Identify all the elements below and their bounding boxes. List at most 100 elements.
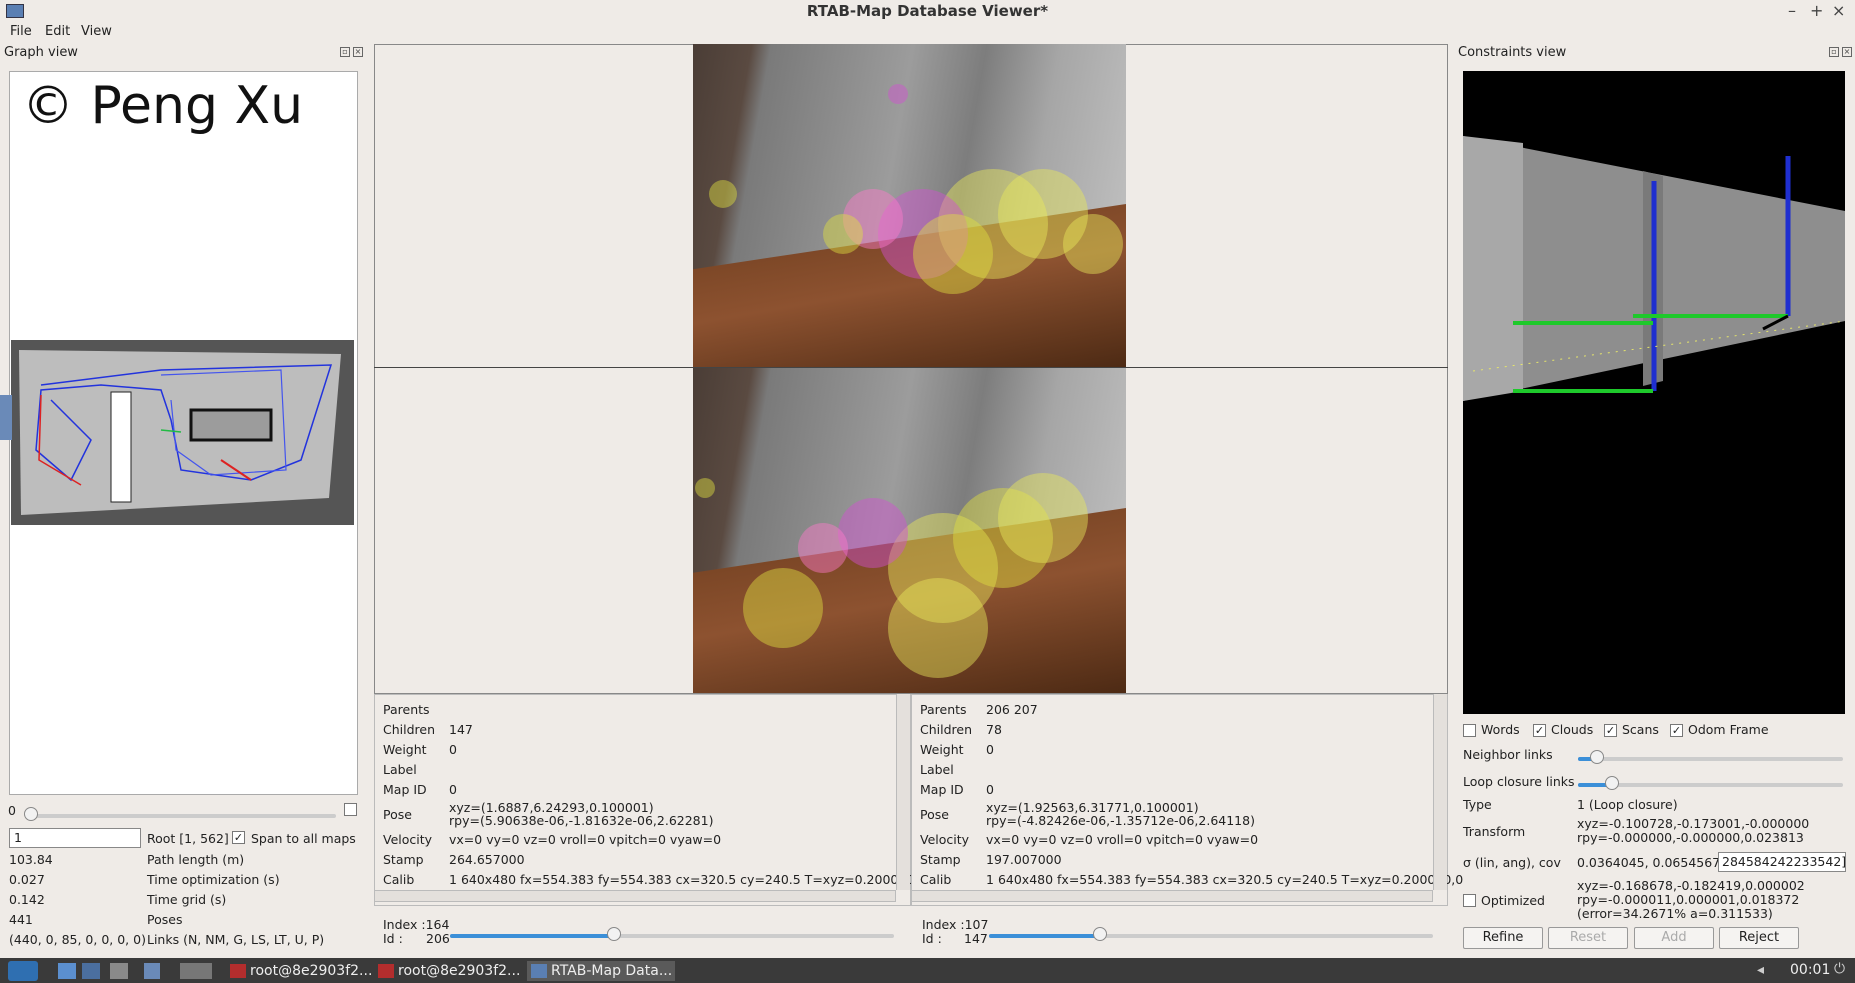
info-key: Velocity	[383, 831, 433, 847]
close-dock-icon[interactable]: ×	[1842, 47, 1852, 57]
graph-slider[interactable]	[30, 814, 336, 818]
top-image[interactable]	[693, 44, 1126, 367]
stat-row: 0.027 Time optimization (s)	[9, 872, 359, 892]
start-menu-button[interactable]	[8, 961, 38, 981]
left-slider-knob[interactable]	[607, 927, 622, 941]
right-info-panel[interactable]: Parents 206 207 Children 78 Weight 0 Label …	[911, 694, 1463, 906]
side-tab-handle[interactable]	[0, 395, 12, 440]
loop-closure-links-label: Loop closure links	[1463, 774, 1575, 789]
task-terminal-2[interactable]: root@8e2903f2...	[374, 961, 522, 981]
stat-value: (440, 0, 85, 0, 0, 0, 0)	[9, 932, 146, 947]
neighbor-links-slider[interactable]	[1578, 757, 1843, 761]
covariance-field[interactable]: 284584242233542]	[1718, 852, 1846, 872]
close-dock-icon[interactable]: ×	[353, 47, 363, 57]
float-icon[interactable]: ▫	[1829, 47, 1839, 57]
info-row: Stamp 197.007000	[912, 849, 1469, 869]
clouds-label: Clouds	[1551, 722, 1594, 737]
add-button[interactable]: Add	[1634, 927, 1714, 949]
info-key: Weight	[920, 741, 964, 757]
info-key: Parents	[920, 701, 967, 717]
task-rtabmap[interactable]: RTAB-Map Data...	[527, 961, 675, 981]
task-terminal-1[interactable]: root@8e2903f2...	[226, 961, 374, 981]
close-button[interactable]: ×	[1832, 2, 1845, 20]
info-value: 0	[986, 741, 994, 757]
volume-icon[interactable]: ◂	[1757, 962, 1764, 978]
words-label: Words	[1481, 722, 1520, 737]
graph-view-title: Graph view	[4, 45, 78, 60]
type-value: 1 (Loop closure)	[1577, 797, 1678, 812]
occupancy-map[interactable]	[11, 340, 354, 525]
odom-frame-checkbox[interactable]: ✓	[1670, 724, 1683, 737]
info-value: 147	[449, 721, 473, 737]
workspace-2-icon[interactable]	[180, 963, 212, 979]
browser-icon[interactable]	[82, 963, 100, 979]
right-info-table: Parents 206 207 Children 78 Weight 0 Label …	[912, 699, 1469, 889]
stat-value: 0.142	[9, 892, 45, 907]
span-checkbox[interactable]: ✓	[232, 831, 245, 844]
terminal-icon	[230, 964, 246, 978]
pose-row: Pose xyz=(1.6887,6.24293,0.100001) rpy=(5.…	[375, 799, 932, 829]
left-vscrollbar[interactable]	[896, 694, 910, 890]
terminal-launcher-icon[interactable]	[110, 963, 128, 979]
graph-slider-knob[interactable]	[24, 807, 38, 821]
root-spinbox[interactable]: 1	[9, 828, 141, 848]
map-drawing	[19, 350, 341, 515]
reset-button[interactable]: Reset	[1548, 927, 1628, 949]
span-label: Span to all maps	[251, 831, 356, 846]
left-node-slider[interactable]	[450, 934, 894, 938]
file-manager-icon[interactable]	[58, 963, 76, 979]
float-icon[interactable]: ▫	[340, 47, 350, 57]
watermark: © Peng Xu	[22, 76, 304, 136]
menu-edit[interactable]: Edit	[45, 24, 70, 39]
root-label: Root [1, 562]	[147, 831, 229, 846]
stat-row: 103.84 Path length (m)	[9, 852, 359, 872]
optimized-checkbox[interactable]	[1463, 894, 1476, 907]
info-value: 78	[986, 721, 1002, 737]
loop-slider-knob[interactable]	[1605, 776, 1620, 790]
info-value: vx=0 vy=0 vz=0 vroll=0 vpitch=0 vyaw=0	[449, 831, 722, 847]
power-icon[interactable]: ⏻	[1834, 961, 1845, 977]
info-value: 1 640x480 fx=554.383 fy=554.383 cx=320.5…	[449, 871, 927, 887]
cloud-render	[1463, 136, 1846, 401]
maximize-button[interactable]: +	[1810, 2, 1823, 20]
menu-file[interactable]: File	[10, 24, 32, 39]
right-node-slider[interactable]	[989, 934, 1433, 938]
right-vscrollbar[interactable]	[1433, 694, 1447, 890]
window-title: RTAB-Map Database Viewer*	[806, 2, 1049, 20]
clouds-checkbox[interactable]: ✓	[1533, 724, 1546, 737]
neighbor-slider-knob[interactable]	[1589, 750, 1604, 764]
info-key: Stamp	[383, 851, 424, 867]
stat-label: Time grid (s)	[147, 892, 227, 907]
info-row: Map ID 0	[375, 779, 932, 799]
root-spin-value: 1	[14, 830, 22, 845]
menu-view[interactable]: View	[81, 24, 112, 39]
stat-label: Time optimization (s)	[147, 872, 280, 887]
left-info-panel[interactable]: Parents Children 147 Weight 0 Label Map ID…	[374, 694, 926, 906]
minimize-button[interactable]: –	[1788, 2, 1796, 20]
info-key: Parents	[383, 701, 430, 717]
info-row: Parents	[375, 699, 932, 719]
info-row: Map ID 0	[912, 779, 1469, 799]
bottom-image[interactable]	[693, 368, 1126, 693]
left-hscrollbar[interactable]	[374, 890, 896, 902]
workspace-1-icon[interactable]	[144, 963, 160, 979]
reject-button[interactable]: Reject	[1719, 927, 1799, 949]
task-label: root@8e2903f2...	[250, 963, 373, 979]
right-hscrollbar[interactable]	[911, 890, 1433, 902]
info-row: Label	[375, 759, 932, 779]
right-slider-knob[interactable]	[1093, 927, 1107, 941]
info-row: Weight 0	[375, 739, 932, 759]
graph-slider-checkbox[interactable]	[344, 803, 357, 816]
info-value: 206 207	[986, 701, 1038, 717]
scans-checkbox[interactable]: ✓	[1604, 724, 1617, 737]
refine-button[interactable]: Refine	[1463, 927, 1543, 949]
info-value: 0	[449, 741, 457, 757]
words-checkbox[interactable]	[1463, 724, 1476, 737]
left-index-label: Index :164	[383, 917, 450, 932]
top-features	[709, 84, 1123, 294]
3d-cloud-view[interactable]	[1463, 71, 1846, 714]
info-row: Children 78	[912, 719, 1469, 739]
task-label: root@8e2903f2...	[398, 963, 521, 979]
pose-row: Pose xyz=(1.92563,6.31771,0.100001) rpy=(-…	[912, 799, 1469, 829]
scans-label: Scans	[1622, 722, 1659, 737]
